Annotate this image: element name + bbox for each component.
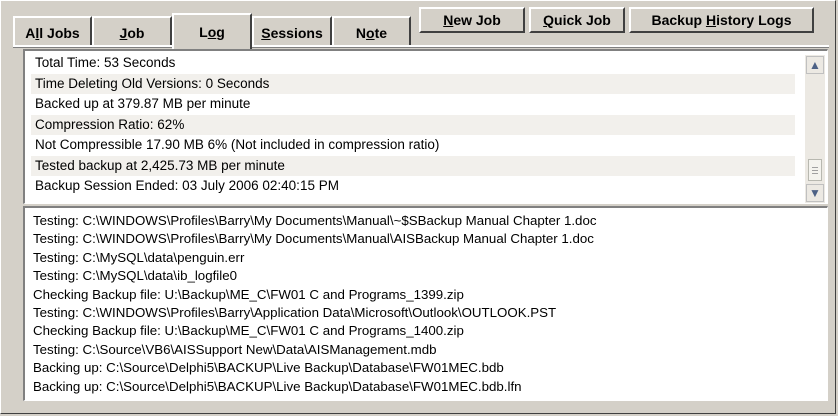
tab-label: g (216, 24, 225, 40)
log-line: Testing: C:\MySQL\data\penguin.err (33, 249, 245, 265)
log-line: Backing up: C:\Source\Delphi5\BACKUP\Liv… (33, 378, 522, 394)
log-line: Testing: C:\WINDOWS\Profiles\Barry\My Do… (33, 213, 597, 228)
log-line: Testing: C:\WINDOWS\Profiles\Barry\Appli… (33, 304, 557, 320)
tab-mnemonic: J (119, 24, 128, 41)
tab-label: essions (270, 24, 323, 41)
button-mnemonic: N (443, 12, 454, 28)
scroll-down-icon[interactable]: ▼ (806, 184, 824, 202)
summary-row: Not Compressible 17.90 MB 6% (Not includ… (31, 135, 795, 156)
button-label: ew Job (453, 12, 501, 28)
log-line: Testing: C:\WINDOWS\Profiles\Barry\My Do… (33, 231, 594, 247)
summary-row: Time Deleting Old Versions: 0 Seconds (31, 73, 795, 94)
tab-mnemonic: o (366, 24, 375, 41)
tab-divider (13, 45, 829, 48)
tab-label: te (374, 24, 388, 41)
tab-mnemonic: o (207, 24, 217, 40)
log-line: Testing: C:\Source\VB6\AISSupport New\Da… (33, 341, 437, 357)
button-label: Backup (651, 12, 706, 28)
button-mnemonic: Q (543, 12, 555, 28)
tab-note[interactable]: No te (332, 16, 411, 47)
tab-log[interactable]: Log (172, 13, 252, 49)
log-line: Checking Backup file: U:\Backup\ME_C\FW0… (33, 323, 464, 339)
tab-label: l Jobs (39, 24, 80, 41)
session-summary-panel[interactable]: Total Time: 53 Seconds Time Deleting Old… (23, 49, 828, 204)
summary-scrollbar[interactable]: ▲ ▼ (805, 55, 825, 203)
tab-label: N (355, 24, 367, 41)
summary-row: Total Time: 53 Seconds (31, 53, 795, 74)
tab-label: L (199, 24, 208, 40)
log-line: Backing up: C:\Source\Delphi5\BACKUP\Liv… (33, 360, 504, 376)
activity-log-panel[interactable]: Testing: C:\WINDOWS\Profiles\Barry\My Do… (23, 206, 828, 401)
tab-label: ob (127, 24, 145, 41)
quick-job-button[interactable]: Quick Job (529, 7, 625, 33)
summary-list: Total Time: 53 Seconds Time Deleting Old… (31, 53, 795, 197)
backup-history-logs-button[interactable]: Backup History Logs (629, 7, 814, 33)
summary-row: Backed up at 379.87 MB per minute (31, 94, 795, 115)
log-list: Testing: C:\WINDOWS\Profiles\Barry\My Do… (33, 212, 597, 396)
log-line: Checking Backup file: U:\Backup\ME_C\FW0… (33, 286, 464, 302)
button-label: uick Job (554, 12, 611, 28)
summary-row: Compression Ratio: 62% (31, 114, 795, 135)
tab-sessions[interactable]: Sessions (252, 16, 332, 47)
button-mnemonic: H (705, 12, 717, 28)
backup-window: All Jobs Job Log Sessions No te New Job Q… (0, 0, 836, 414)
summary-row: Tested backup at 2,425.73 MB per minute (31, 155, 795, 176)
tab-label: A (25, 24, 36, 41)
tab-job[interactable]: Job (92, 16, 172, 47)
scroll-thumb[interactable] (808, 159, 822, 181)
log-line: Testing: C:\MySQL\data\ib_logfile0 (33, 268, 237, 284)
tab-all-jobs[interactable]: All Jobs (13, 16, 92, 47)
new-job-button[interactable]: New Job (419, 7, 525, 33)
scroll-up-icon[interactable]: ▲ (806, 56, 824, 74)
tab-mnemonic: S (261, 24, 271, 41)
summary-row: Backup Session Ended: 03 July 2006 02:40… (31, 176, 795, 197)
button-label: istory Logs (716, 12, 792, 28)
